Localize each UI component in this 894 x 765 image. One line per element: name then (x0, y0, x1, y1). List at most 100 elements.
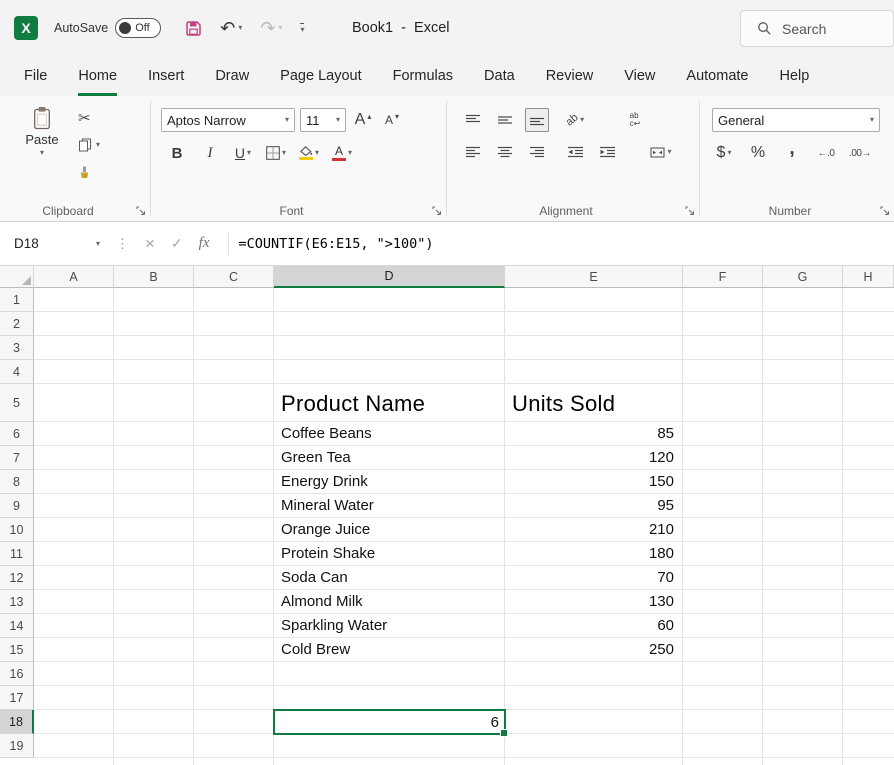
accounting-dropdown-icon[interactable]: ▾ (727, 149, 731, 157)
tab-help[interactable]: Help (779, 56, 809, 96)
copy-button[interactable]: ▾ (78, 135, 100, 155)
borders-dropdown-icon[interactable]: ▾ (282, 149, 286, 157)
bold-button[interactable]: B (165, 141, 189, 165)
redo-button[interactable]: ↷ ▾ (260, 18, 282, 39)
comma-style-button[interactable]: , (780, 141, 804, 165)
paste-dropdown-icon[interactable]: ▾ (40, 149, 44, 157)
row-header-16[interactable]: 16 (0, 662, 34, 686)
column-header-b[interactable]: B (114, 266, 194, 288)
alignment-dialog-launcher-icon[interactable] (685, 206, 695, 216)
underline-dropdown-icon[interactable]: ▾ (247, 149, 251, 157)
search-input[interactable]: Search (740, 10, 894, 47)
increase-indent-button[interactable] (595, 140, 619, 164)
formula-input[interactable]: =COUNTIF(E6:E15, ">100") (239, 236, 434, 252)
cell-units-value[interactable]: 60 (505, 614, 679, 638)
row-header-18[interactable]: 18 (0, 710, 34, 734)
underline-button[interactable]: U ▾ (231, 141, 255, 165)
name-box-dropdown-icon[interactable]: ▾ (96, 240, 100, 248)
select-all-corner[interactable] (0, 266, 34, 288)
row-header-15[interactable]: 15 (0, 638, 34, 662)
row-header-4[interactable]: 4 (0, 360, 34, 384)
cell-d5-product-name-header[interactable]: Product Name (281, 384, 425, 422)
align-center-button[interactable] (493, 140, 517, 164)
decrease-font-size-button[interactable]: A ▾ (380, 108, 404, 132)
increase-decimal-button[interactable]: ←.0 (814, 141, 838, 165)
undo-button[interactable]: ↶ ▾ (220, 18, 242, 39)
tab-home[interactable]: Home (78, 56, 117, 96)
column-header-h[interactable]: H (843, 266, 894, 288)
align-left-button[interactable] (461, 140, 485, 164)
enter-icon[interactable]: ✓ (171, 235, 183, 252)
fill-color-dropdown-icon[interactable]: ▾ (315, 149, 319, 157)
row-header-19[interactable]: 19 (0, 734, 34, 758)
cell-product-name[interactable]: Orange Juice (281, 518, 496, 542)
merge-dropdown-icon[interactable]: ▾ (667, 148, 671, 156)
name-box[interactable]: D18 ▾ (0, 236, 108, 251)
middle-align-button[interactable] (493, 108, 517, 132)
row-header-2[interactable]: 2 (0, 312, 34, 336)
row-header-5[interactable]: 5 (0, 384, 34, 422)
row-header-10[interactable]: 10 (0, 518, 34, 542)
cell-e5-units-sold-header[interactable]: Units Sold (512, 384, 615, 422)
cancel-icon[interactable]: × (145, 234, 155, 254)
row-header-3[interactable]: 3 (0, 336, 34, 360)
tab-view[interactable]: View (624, 56, 655, 96)
row-header-14[interactable]: 14 (0, 614, 34, 638)
tab-data[interactable]: Data (484, 56, 515, 96)
font-name-combo[interactable]: Aptos Narrow ▾ (161, 108, 295, 132)
cell-product-name[interactable]: Cold Brew (281, 638, 496, 662)
number-dialog-launcher-icon[interactable] (880, 206, 890, 216)
font-size-combo[interactable]: 11 ▾ (300, 108, 346, 132)
decrease-indent-button[interactable] (563, 140, 587, 164)
top-align-button[interactable] (461, 108, 485, 132)
customize-qat-button[interactable]: ▾ (300, 23, 304, 34)
borders-button[interactable]: ▾ (264, 141, 288, 165)
cell-product-name[interactable]: Protein Shake (281, 542, 496, 566)
column-header-g[interactable]: G (763, 266, 843, 288)
clipboard-dialog-launcher-icon[interactable] (136, 206, 146, 216)
undo-dropdown-icon[interactable]: ▾ (238, 24, 242, 32)
tab-page-layout[interactable]: Page Layout (280, 56, 361, 96)
number-format-combo[interactable]: General ▾ (712, 108, 880, 132)
format-painter-button[interactable] (78, 162, 100, 182)
autosave-toggle[interactable]: Off (115, 18, 161, 38)
column-header-c[interactable]: C (194, 266, 274, 288)
cell-product-name[interactable]: Green Tea (281, 446, 496, 470)
cell-product-name[interactable]: Sparkling Water (281, 614, 496, 638)
percent-style-button[interactable]: % (746, 141, 770, 165)
cell-units-value[interactable]: 210 (505, 518, 679, 542)
cell-units-value[interactable]: 130 (505, 590, 679, 614)
row-header-9[interactable]: 9 (0, 494, 34, 518)
cut-button[interactable]: ✂ (78, 108, 100, 128)
redo-dropdown-icon[interactable]: ▾ (278, 24, 282, 32)
cell-product-name[interactable]: Coffee Beans (281, 422, 496, 446)
row-header-17[interactable]: 17 (0, 686, 34, 710)
column-header-e[interactable]: E (505, 266, 683, 288)
merge-center-button[interactable]: ▾ (649, 140, 673, 164)
paste-button[interactable]: Paste ▾ (16, 106, 68, 182)
font-dialog-launcher-icon[interactable] (432, 206, 442, 216)
tab-automate[interactable]: Automate (686, 56, 748, 96)
increase-font-size-button[interactable]: A ▴ (351, 108, 375, 132)
cell-units-value[interactable]: 250 (505, 638, 679, 662)
font-color-button[interactable]: A ▾ (330, 141, 354, 165)
row-header-1[interactable]: 1 (0, 288, 34, 312)
row-header-13[interactable]: 13 (0, 590, 34, 614)
row-header-7[interactable]: 7 (0, 446, 34, 470)
column-header-a[interactable]: A (34, 266, 114, 288)
font-color-dropdown-icon[interactable]: ▾ (348, 149, 352, 157)
cell-units-value[interactable]: 180 (505, 542, 679, 566)
bottom-align-button[interactable] (525, 108, 549, 132)
row-header-12[interactable]: 12 (0, 566, 34, 590)
decrease-decimal-button[interactable]: .00→ (848, 141, 872, 165)
cell-units-value[interactable]: 70 (505, 566, 679, 590)
cell-product-name[interactable]: Energy Drink (281, 470, 496, 494)
italic-button[interactable]: I (198, 141, 222, 165)
row-header-6[interactable]: 6 (0, 422, 34, 446)
tab-review[interactable]: Review (546, 56, 594, 96)
cell-product-name[interactable]: Almond Milk (281, 590, 496, 614)
accounting-format-button[interactable]: $ ▾ (712, 141, 736, 165)
wrap-text-button[interactable]: ab c↩ (623, 108, 647, 132)
autosave-control[interactable]: AutoSave Off (54, 18, 161, 38)
fill-color-button[interactable]: ▾ (297, 141, 321, 165)
